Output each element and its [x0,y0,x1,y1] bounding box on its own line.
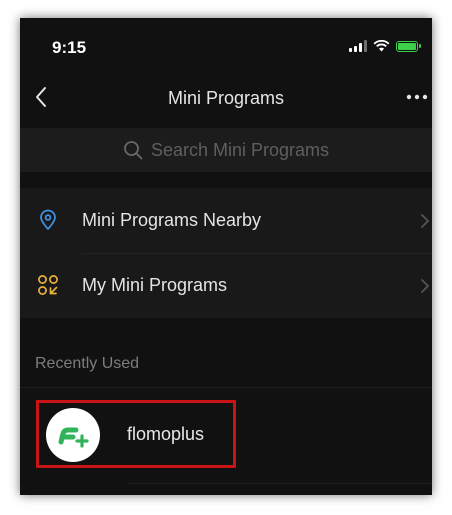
more-dots-icon[interactable] [404,90,430,104]
divider [128,483,432,484]
search-icon [124,141,143,160]
chevron-right-icon [421,279,430,293]
wifi-icon [373,40,390,52]
battery-icon [396,40,421,52]
mini-programs-icon [38,275,58,295]
chevron-right-icon [421,214,430,228]
app-name: flomoplus [127,424,205,444]
location-pin-icon [40,209,56,230]
menu-group: Mini Programs Nearby My Mini Programs [20,188,432,318]
search-bar[interactable]: Search Mini Programs [20,128,432,172]
nav-bar: Mini Programs [20,76,432,120]
status-time: 9:15 [52,38,87,57]
recent-item-flomoplus[interactable]: flomoplus [36,400,236,468]
divider [20,387,432,388]
phone-screen: 9:15 Mini Programs Search Mini Programs … [20,18,432,495]
menu-item-label: Mini Programs Nearby [82,210,262,230]
signal-icon [349,40,367,52]
page-title: Mini Programs [167,88,285,108]
status-icons [349,40,421,52]
menu-item-mini-programs-nearby[interactable]: Mini Programs Nearby [20,188,432,254]
flomoplus-logo-icon [46,408,100,462]
menu-item-my-mini-programs[interactable]: My Mini Programs [20,253,432,318]
status-bar: 9:15 [20,18,432,76]
section-title-recently-used: Recently Used [35,355,140,372]
menu-item-label: My Mini Programs [82,275,228,295]
search-placeholder: Search Mini Programs [150,139,330,160]
